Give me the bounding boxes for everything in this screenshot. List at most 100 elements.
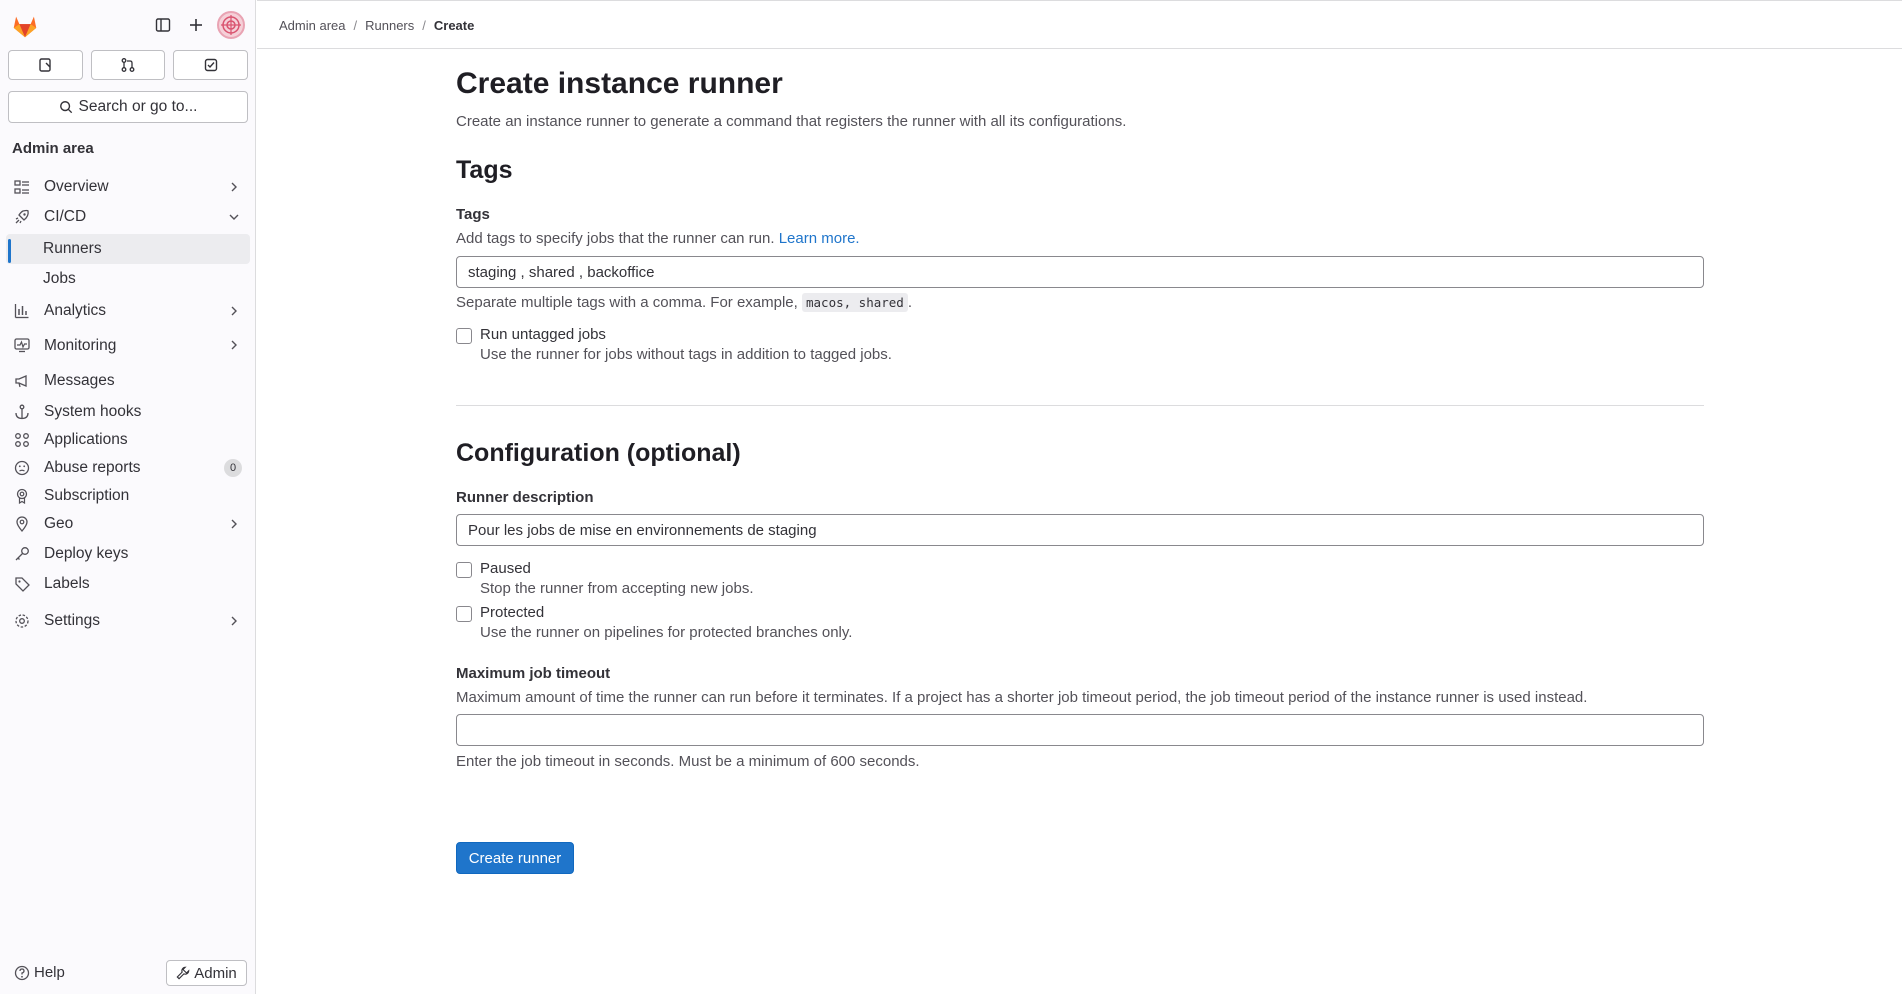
license-icon [16,488,28,504]
tags-hint-text: Separate multiple tags with a comma. For… [456,294,798,311]
protected-checkbox[interactable] [456,606,472,622]
runner-description-label: Runner description [456,489,594,506]
config-section-title: Configuration (optional) [456,439,741,467]
sidebar-item-messages[interactable]: Messages [6,364,250,398]
sidebar-item-monitoring[interactable]: Monitoring [6,328,250,364]
user-avatar[interactable] [217,11,245,39]
analytics-icon [14,304,29,319]
label-icon [15,577,30,592]
chevron-down-icon [229,214,239,220]
search-button[interactable]: Search or go to... [8,91,248,123]
breadcrumb-create[interactable]: Create [434,18,474,33]
breadcrumb-runners[interactable]: Runners [365,18,414,33]
issues-icon [39,58,52,72]
sidebar-item-label: Geo [44,515,74,532]
sidebar-nav: Overview CI/CD Runners Jobs Analytics Mo… [6,170,250,638]
wrench-icon [176,966,190,980]
run-untagged-checkbox[interactable] [456,328,472,344]
tags-hint: Separate multiple tags with a comma. For… [456,293,913,312]
breadcrumb-admin-area[interactable]: Admin area [279,18,345,33]
protected-label: Protected [480,604,545,621]
sidebar-item-applications[interactable]: Applications [6,426,250,454]
tags-input[interactable]: staging , shared , backoffice [456,256,1704,288]
max-timeout-label: Maximum job timeout [456,665,611,682]
run-untagged-help: Use the runner for jobs without tags in … [480,346,892,363]
tags-section-title: Tags [456,156,513,184]
gitlab-logo-icon[interactable] [10,10,40,40]
top-bar: Admin area / Runners / Create [257,0,1902,49]
breadcrumb: Admin area / Runners / Create [279,18,474,33]
paused-checkbox[interactable] [456,562,472,578]
tags-hint-code: macos, shared [802,293,908,312]
tags-label: Tags [456,206,490,223]
sidebar-title: Admin area [12,140,94,157]
help-button[interactable]: Help [14,964,65,981]
chevron-right-icon [231,519,237,529]
sidebar-item-label: Deploy keys [44,545,129,562]
tags-input-value: staging , shared , backoffice [468,263,655,281]
sidebar-item-abuse-reports[interactable]: Abuse reports 0 [6,454,250,482]
chevron-right-icon [231,616,237,626]
run-untagged-label: Run untagged jobs [480,326,606,343]
runner-description-value: Pour les jobs de mise en environnements … [468,521,817,539]
paused-help: Stop the runner from accepting new jobs. [480,580,754,597]
slight-frown-icon [14,460,30,476]
merge-requests-button[interactable] [90,50,166,80]
tags-hint-suffix: . [907,294,913,311]
sidebar-item-settings[interactable]: Settings [6,604,250,638]
rocket-icon [15,209,29,224]
sidebar-toggle-icon[interactable] [150,12,176,38]
sidebar-top [0,0,256,50]
sidebar-item-jobs[interactable]: Jobs [6,264,250,294]
applications-icon [15,433,29,447]
sidebar-item-subscription[interactable]: Subscription [6,482,250,510]
settings-icon [15,614,29,628]
sidebar-item-runners[interactable]: Runners [6,234,250,264]
sidebar-item-label: Overview [44,178,109,195]
sidebar-item-label: Jobs [43,270,76,287]
todo-icon [204,58,217,72]
location-pin-icon [16,516,28,532]
runner-description-input[interactable]: Pour les jobs de mise en environnements … [456,514,1704,546]
sidebar-item-labels[interactable]: Labels [6,570,250,598]
max-timeout-hint: Enter the job timeout in seconds. Must b… [456,753,920,770]
protected-help: Use the runner on pipelines for protecte… [480,624,853,641]
sidebar-item-analytics[interactable]: Analytics [6,294,250,328]
sidebar-item-label: Analytics [44,302,107,319]
todos-button[interactable] [173,50,249,80]
learn-more-link[interactable]: Learn more. [779,230,860,247]
search-icon [59,101,72,114]
create-runner-button[interactable]: Create runner [456,842,574,874]
max-timeout-input[interactable] [456,714,1704,746]
admin-button[interactable]: Admin [166,960,247,986]
paused-label: Paused [480,560,531,577]
merge-request-icon [121,58,135,72]
sidebar-item-cicd[interactable]: CI/CD [6,204,250,230]
admin-label: Admin [194,964,237,982]
sidebar-item-label: Settings [44,612,101,629]
sidebar-bottom: Help Admin [0,958,256,988]
sidebar-item-system-hooks[interactable]: System hooks [6,398,250,426]
sidebar-item-label: Runners [43,240,102,257]
sidebar-item-label: Applications [44,431,128,448]
sidebar-item-label: Messages [44,372,115,389]
sidebar-item-overview[interactable]: Overview [6,170,250,204]
help-label: Help [34,964,65,981]
section-divider [456,405,1704,406]
breadcrumb-separator: / [353,18,358,33]
sidebar-item-label: Monitoring [44,337,117,354]
sidebar-item-label: CI/CD [44,208,87,225]
page-title: Create instance runner [456,67,783,100]
sidebar-item-deploy-keys[interactable]: Deploy keys [6,538,250,570]
abuse-reports-count-badge: 0 [224,459,242,477]
sidebar-item-geo[interactable]: Geo [6,510,250,538]
plus-icon[interactable] [183,12,209,38]
sidebar-item-label: System hooks [44,403,142,420]
issues-button[interactable] [8,50,83,80]
sidebar-item-label: Abuse reports [44,459,141,476]
tags-help-text: Add tags to specify jobs that the runner… [456,230,775,247]
overview-icon [14,180,29,194]
sidebar: Search or go to... Admin area Overview C… [0,0,256,994]
bullhorn-icon [15,375,27,388]
max-timeout-help: Maximum amount of time the runner can ru… [456,689,1588,706]
